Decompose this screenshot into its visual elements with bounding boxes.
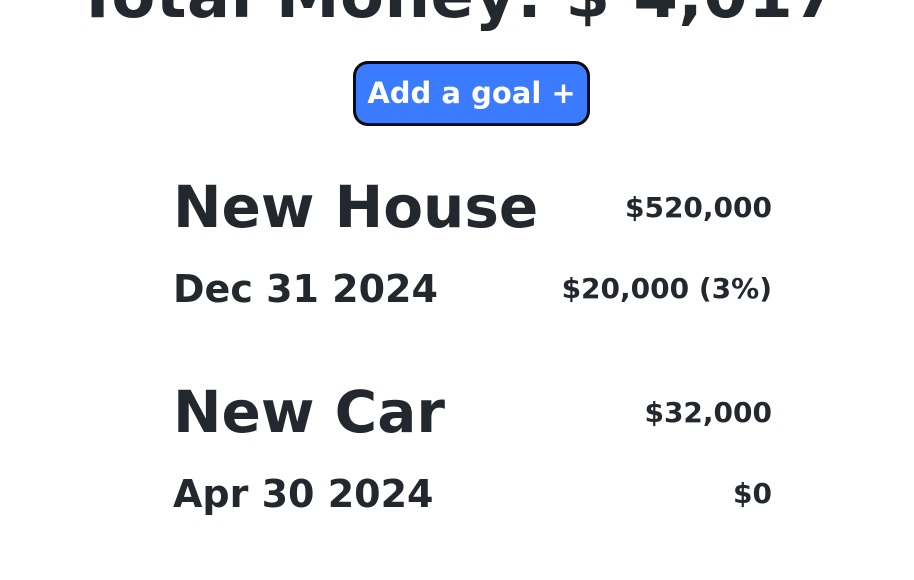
goal-due-date: Apr 30 2024 (173, 472, 434, 516)
goal-saved-amount: $0 (733, 477, 772, 510)
add-goal-button[interactable]: Add a goal + (353, 61, 590, 126)
goal-name: New Car (173, 378, 445, 446)
goal-item-new-car[interactable]: New Car $32,000 Apr 30 2024 $0 (173, 373, 772, 523)
goal-target-amount: $32,000 (644, 396, 772, 429)
goal-target-amount: $520,000 (624, 191, 772, 224)
goal-name: New House (173, 173, 539, 241)
goal-item-new-house[interactable]: New House $520,000 Dec 31 2024 $20,000 (… (173, 168, 772, 318)
total-money-heading: Total Money: $ 4,017 (0, 0, 914, 36)
goals-page: Total Money: $ 4,017 Add a goal + New Ho… (0, 0, 914, 580)
goal-due-date: Dec 31 2024 (173, 267, 438, 311)
goal-saved-amount: $20,000 (3%) (561, 272, 772, 305)
